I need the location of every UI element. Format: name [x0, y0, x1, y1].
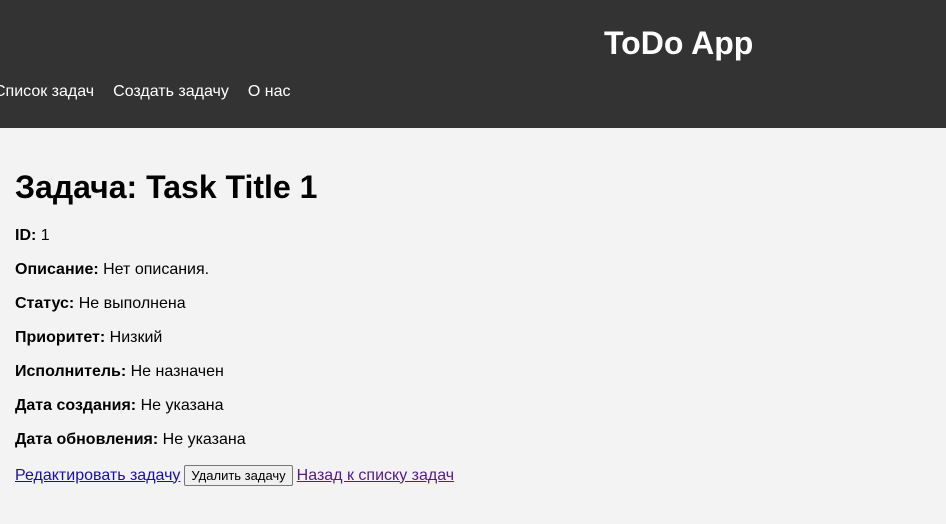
field-updated-date: Дата обновления: Не указана	[15, 430, 246, 450]
field-value: Низкий	[109, 329, 163, 346]
app-header: ToDo App Список задач Создать задачу О н…	[0, 0, 946, 128]
nav-link-create-task[interactable]: Создать задачу	[113, 82, 229, 102]
field-description: Описание: Нет описания.	[15, 260, 209, 280]
field-id: ID: 1	[15, 226, 50, 246]
field-label: Дата обновления:	[15, 431, 159, 448]
edit-task-link[interactable]: Редактировать задачу	[15, 466, 180, 486]
nav-link-about[interactable]: О нас	[248, 82, 291, 102]
field-label: Статус:	[15, 295, 75, 312]
field-status: Статус: Не выполнена	[15, 294, 186, 314]
field-assignee: Исполнитель: Не назначен	[15, 362, 224, 382]
field-value: Нет описания.	[103, 261, 210, 278]
field-created-date: Дата создания: Не указана	[15, 396, 224, 416]
field-value: Не указана	[140, 397, 224, 414]
field-label: Исполнитель:	[15, 363, 127, 380]
delete-task-button[interactable]: Удалить задачу	[184, 465, 293, 486]
field-label: ID:	[15, 227, 37, 244]
app-title: ToDo App	[604, 25, 754, 61]
field-label: Приоритет:	[15, 329, 106, 346]
field-priority: Приоритет: Низкий	[15, 328, 162, 348]
field-value: 1	[40, 227, 50, 244]
field-value: Не назначен	[130, 363, 224, 380]
field-label: Описание:	[15, 261, 99, 278]
nav-link-task-list[interactable]: Список задач	[0, 82, 94, 102]
back-to-list-link[interactable]: Назад к списку задач	[297, 466, 454, 486]
main-nav: Список задач Создать задачу О нас	[0, 82, 290, 102]
field-label: Дата создания:	[15, 397, 137, 414]
field-value: Не указана	[162, 431, 246, 448]
task-heading: Задача: Task Title 1	[15, 169, 318, 205]
field-value: Не выполнена	[78, 295, 186, 312]
task-actions: Редактировать задачу Удалить задачу Наза…	[15, 465, 454, 486]
